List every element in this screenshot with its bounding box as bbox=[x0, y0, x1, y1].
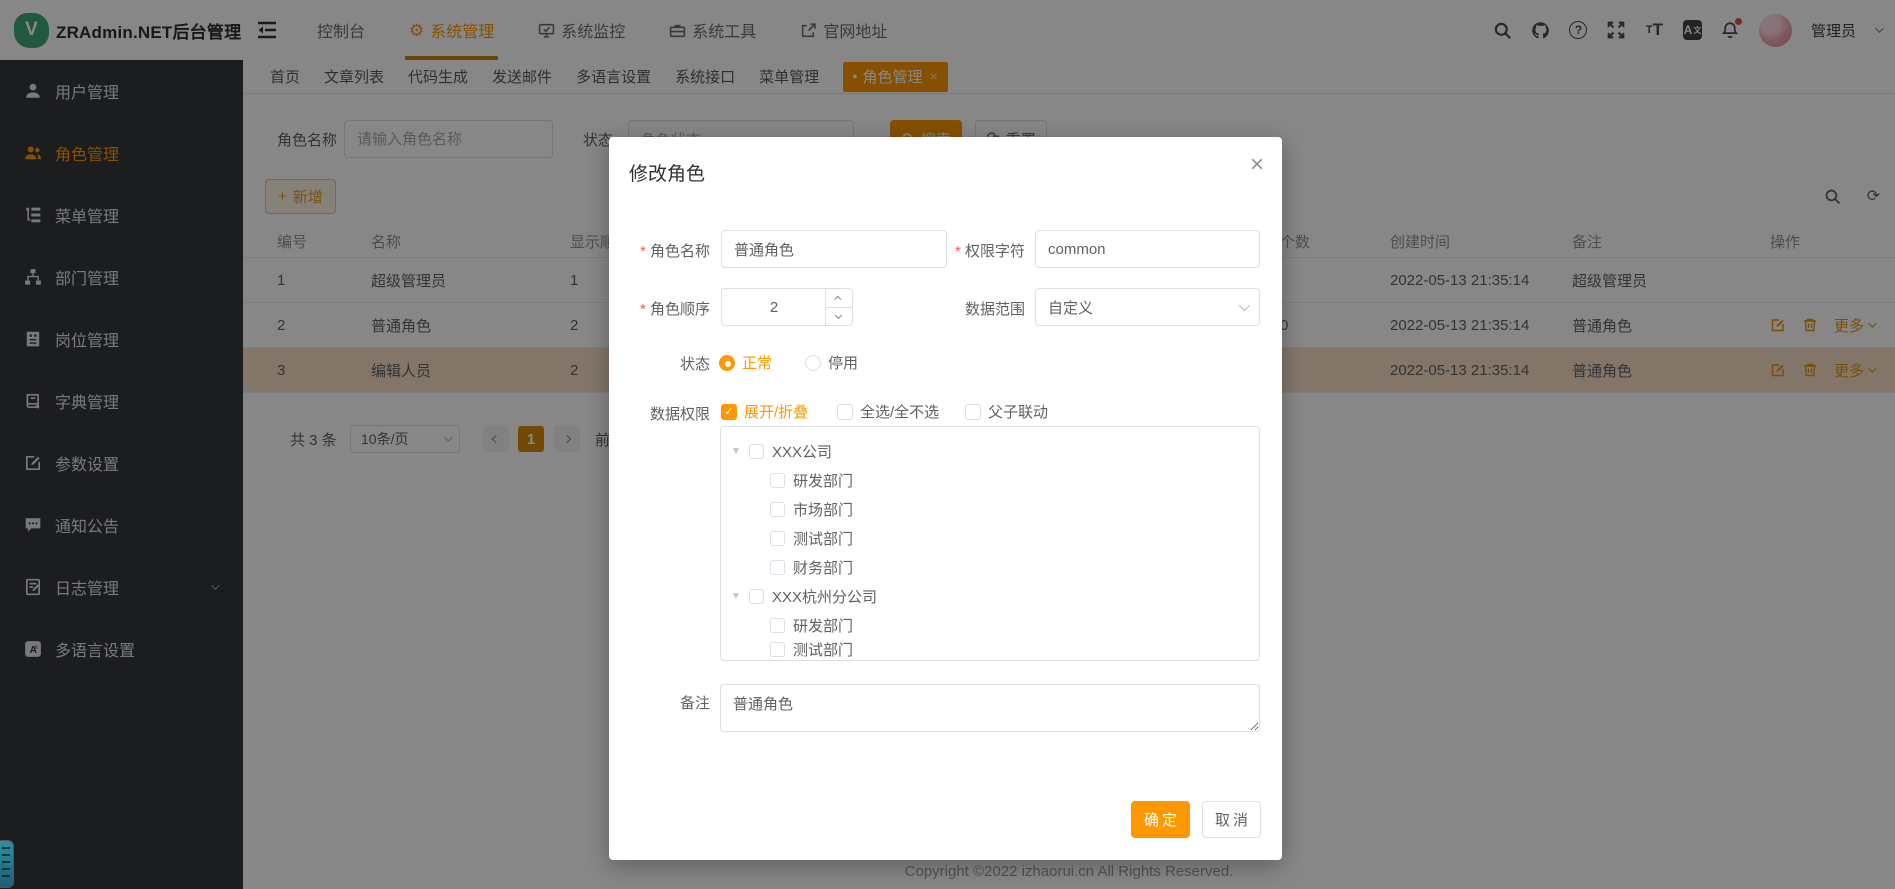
tree-node-dept[interactable]: 测试部门 bbox=[770, 526, 853, 550]
checkbox[interactable] bbox=[770, 642, 785, 657]
perm-char-field-label: 权限字符 bbox=[930, 240, 1025, 261]
tree-node-dept[interactable]: 研发部门 bbox=[770, 613, 853, 637]
checkbox[interactable] bbox=[770, 560, 785, 575]
checkbox[interactable] bbox=[749, 444, 764, 459]
data-scope-field-label: 数据范围 bbox=[930, 298, 1025, 319]
radio-label: 停用 bbox=[828, 352, 858, 373]
role-order-stepper[interactable]: 2 bbox=[721, 288, 853, 326]
checkbox bbox=[965, 404, 981, 420]
tree-node-label: 财务部门 bbox=[793, 557, 853, 578]
remark-textarea[interactable]: 普通角色 bbox=[720, 684, 1260, 732]
perm-char-field[interactable] bbox=[1035, 230, 1260, 268]
expand-collapse-checkbox[interactable]: ✓ 展开/折叠 bbox=[721, 401, 808, 422]
tree-node-label: 研发部门 bbox=[793, 470, 853, 491]
role-order-value: 2 bbox=[722, 289, 826, 325]
radio-label: 正常 bbox=[742, 352, 772, 373]
remark-field-label: 备注 bbox=[615, 692, 710, 713]
data-scope-value: 自定义 bbox=[1048, 297, 1093, 318]
decrease-button[interactable] bbox=[825, 306, 852, 325]
tree-node-dept[interactable]: 市场部门 bbox=[770, 497, 853, 521]
select-all-checkbox[interactable]: 全选/全不选 bbox=[837, 401, 939, 422]
checkbox bbox=[837, 404, 853, 420]
browser-extension-badge[interactable] bbox=[0, 841, 13, 887]
tree-node-label: 研发部门 bbox=[793, 615, 853, 636]
checkbox[interactable] bbox=[770, 473, 785, 488]
tree-node-label: 测试部门 bbox=[793, 639, 853, 660]
role-order-field-label: 角色顺序 bbox=[615, 298, 710, 319]
checkbox-label: 展开/折叠 bbox=[744, 401, 808, 422]
app-root: V ZRAdmin.NET后台管理 控制台 ⚙ 系统管理 系统监控 bbox=[0, 0, 1895, 889]
close-dialog-icon[interactable]: × bbox=[1250, 153, 1264, 177]
caret-down-icon[interactable]: ▼ bbox=[731, 591, 741, 602]
checkbox[interactable] bbox=[770, 502, 785, 517]
data-scope-select[interactable]: 自定义 bbox=[1035, 288, 1260, 326]
tree-node-dept[interactable]: 测试部门 bbox=[770, 637, 853, 661]
stepper-controls bbox=[825, 289, 852, 325]
tree-node-branch-company[interactable]: ▼ XXX杭州分公司 bbox=[731, 584, 877, 608]
tree-node-company[interactable]: ▼ XXX公司 bbox=[731, 439, 832, 463]
tree-node-label: XXX杭州分公司 bbox=[772, 586, 877, 607]
radio-dot bbox=[805, 355, 821, 371]
parent-child-linkage-checkbox[interactable]: 父子联动 bbox=[965, 401, 1048, 422]
checkbox: ✓ bbox=[721, 404, 737, 420]
checkbox-label: 父子联动 bbox=[988, 401, 1048, 422]
radio-dot bbox=[719, 355, 735, 371]
status-disabled-radio[interactable]: 停用 bbox=[805, 352, 858, 373]
checkbox-label: 全选/全不选 bbox=[860, 401, 939, 422]
dialog-title: 修改角色 bbox=[629, 159, 705, 186]
tree-node-dept[interactable]: 研发部门 bbox=[770, 468, 853, 492]
checkbox[interactable] bbox=[770, 531, 785, 546]
edit-role-dialog: 修改角色 × 角色名称 权限字符 角色顺序 2 数据范围 自定义 状态 正常 停… bbox=[609, 137, 1282, 860]
tree-node-label: 测试部门 bbox=[793, 528, 853, 549]
status-field-label: 状态 bbox=[615, 353, 710, 374]
confirm-button[interactable]: 确定 bbox=[1131, 801, 1190, 838]
tree-node-label: XXX公司 bbox=[772, 441, 832, 462]
checkbox[interactable] bbox=[749, 589, 764, 604]
tree-node-dept[interactable]: 财务部门 bbox=[770, 555, 853, 579]
caret-down-icon[interactable]: ▼ bbox=[731, 446, 741, 457]
status-normal-radio[interactable]: 正常 bbox=[719, 352, 772, 373]
chevron-down-icon bbox=[1239, 300, 1250, 311]
cancel-button[interactable]: 取消 bbox=[1202, 801, 1261, 838]
data-perm-field-label: 数据权限 bbox=[615, 403, 710, 424]
role-name-field[interactable] bbox=[721, 230, 947, 268]
tree-node-label: 市场部门 bbox=[793, 499, 853, 520]
checkbox[interactable] bbox=[770, 618, 785, 633]
role-name-field-label: 角色名称 bbox=[615, 240, 710, 261]
department-tree: ▼ XXX公司 研发部门 市场部门 测试部门 财务部门 ▼ bbox=[720, 426, 1260, 661]
